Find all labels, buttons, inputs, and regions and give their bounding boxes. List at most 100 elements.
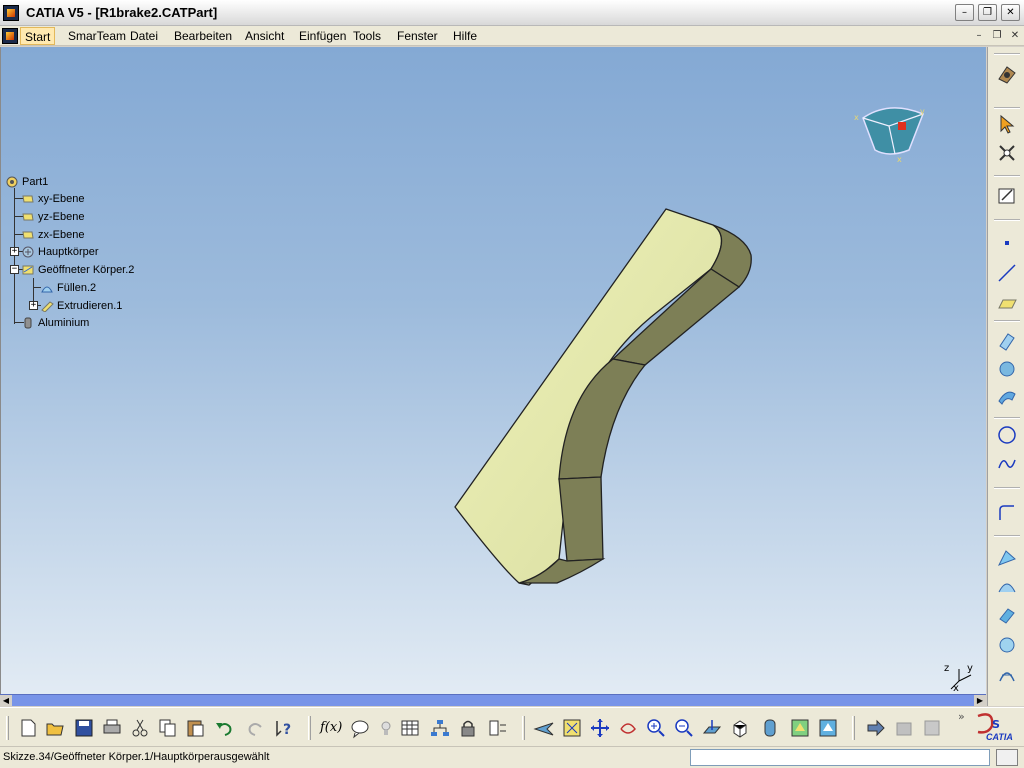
cut-icon[interactable] (129, 717, 151, 739)
3d-viewport[interactable]: x y x z y x Part1 xy-Ebene yz-Ebene zx-E… (0, 47, 986, 694)
scroll-left-button[interactable]: ◀ (0, 695, 12, 706)
pan-icon[interactable] (589, 717, 611, 739)
collapse-geoeffneter-koerper-icon[interactable]: − (10, 265, 19, 274)
redo-icon[interactable] (245, 717, 267, 739)
join-icon[interactable] (996, 634, 1018, 656)
tree-node-xy-plane[interactable]: xy-Ebene (21, 191, 84, 207)
shading-icon[interactable] (759, 717, 781, 739)
knowledge-advisor-icon[interactable] (349, 717, 371, 739)
fill-icon[interactable] (996, 547, 1018, 569)
tree-node-extrudieren-1[interactable]: Extrudieren.1 (40, 298, 122, 314)
tree-node-hauptkoerper[interactable]: Hauptkörper (21, 244, 99, 260)
tree-label: Hauptkörper (38, 246, 99, 258)
extrude-surface-icon[interactable] (996, 330, 1018, 352)
menu-tools[interactable]: Tools (349, 27, 385, 45)
tree-node-part1[interactable]: Part1 (5, 174, 48, 190)
disabled-tool-2-icon[interactable] (921, 717, 943, 739)
minimize-button[interactable]: – (955, 4, 974, 21)
menu-smarteam[interactable]: SmarTeam (64, 27, 130, 45)
light-bulb-icon[interactable] (375, 717, 397, 739)
blend-icon[interactable] (996, 576, 1018, 598)
formula-icon[interactable]: f(x) (320, 717, 342, 739)
expand-extrudieren-icon[interactable]: + (29, 301, 38, 310)
svg-text:x: x (897, 155, 902, 164)
menu-datei[interactable]: Datei (126, 27, 162, 45)
right-toolbar (987, 47, 1024, 706)
menu-hilfe[interactable]: Hilfe (449, 27, 481, 45)
part-geometry[interactable] (441, 197, 771, 597)
extrude-icon (41, 301, 54, 313)
command-input[interactable] (690, 749, 990, 766)
tree-label: xy-Ebene (38, 193, 85, 205)
menu-fenster[interactable]: Fenster (393, 27, 442, 45)
tree-node-geoeffneter-koerper-2[interactable]: Geöffneter Körper.2 (21, 262, 134, 278)
compass-icon[interactable]: x y x (849, 102, 933, 164)
line-icon[interactable] (996, 262, 1018, 284)
new-document-icon[interactable] (17, 717, 39, 739)
tree-label: yz-Ebene (38, 211, 85, 223)
open-folder-icon[interactable] (44, 717, 66, 739)
disabled-tool-icon[interactable] (893, 717, 915, 739)
lock-icon[interactable] (457, 717, 479, 739)
catalog-browser-icon[interactable] (865, 717, 887, 739)
toolbar-more-icon[interactable]: » (958, 710, 965, 723)
save-icon[interactable] (73, 717, 95, 739)
spline-icon[interactable] (996, 453, 1018, 475)
table-icon[interactable] (399, 717, 421, 739)
part-design-workbench-icon[interactable] (996, 63, 1018, 85)
horizontal-scrollbar[interactable]: ◀ ▶ (0, 694, 986, 706)
catia-app-icon[interactable] (3, 5, 19, 21)
split-icon[interactable] (996, 663, 1018, 685)
menu-start[interactable]: Start (20, 27, 56, 45)
undo-icon[interactable] (213, 717, 235, 739)
sketcher-icon[interactable] (996, 185, 1018, 207)
tree-label: Extrudieren.1 (57, 300, 123, 312)
parameter-explorer-icon[interactable] (487, 717, 509, 739)
bottom-toolbar: ? f(x) » S CATIA (0, 707, 1024, 746)
point-icon[interactable] (996, 232, 1018, 254)
document-icon[interactable] (2, 28, 18, 44)
command-button[interactable] (996, 749, 1018, 766)
sweep-surface-icon[interactable] (996, 386, 1018, 408)
mdi-close-button[interactable]: ✕ (1008, 29, 1022, 43)
menu-ansicht[interactable]: Ansicht (241, 27, 288, 45)
normal-view-icon[interactable] (701, 717, 723, 739)
offset-icon[interactable] (996, 605, 1018, 627)
close-button[interactable]: ✕ (1001, 4, 1020, 21)
plane-tool-icon[interactable] (996, 292, 1018, 314)
help-icon[interactable]: ? (273, 717, 295, 739)
tree-node-aluminium[interactable]: Aluminium (21, 315, 89, 331)
expand-hauptkoerper-icon[interactable]: + (10, 247, 19, 256)
tree-node-yz-plane[interactable]: yz-Ebene (21, 209, 84, 225)
restore-button[interactable]: ❐ (978, 4, 997, 21)
svg-text:S: S (992, 718, 1000, 731)
print-icon[interactable] (101, 717, 123, 739)
circle-icon[interactable] (996, 424, 1018, 446)
rotate-icon[interactable] (617, 717, 639, 739)
menu-bearbeiten[interactable]: Bearbeiten (170, 27, 236, 45)
zoom-out-icon[interactable] (673, 717, 695, 739)
iso-view-icon[interactable] (729, 717, 751, 739)
corner-icon[interactable] (996, 502, 1018, 524)
body-icon (22, 246, 34, 258)
mdi-minimize-button[interactable]: – (972, 29, 986, 43)
plane-icon (22, 231, 34, 239)
swap-visible-space-icon[interactable] (817, 717, 839, 739)
menu-einfuegen[interactable]: Einfügen (295, 27, 350, 45)
select-tools-icon[interactable] (996, 142, 1018, 164)
copy-icon[interactable] (157, 717, 179, 739)
select-arrow-icon[interactable] (996, 113, 1018, 135)
tree-structure-icon[interactable] (429, 717, 451, 739)
paste-icon[interactable] (185, 717, 207, 739)
hide-show-icon[interactable] (789, 717, 811, 739)
tree-node-fuellen-2[interactable]: Füllen.2 (40, 280, 96, 296)
revolve-surface-icon[interactable] (996, 358, 1018, 380)
fly-mode-icon[interactable] (533, 717, 555, 739)
plane-icon (22, 213, 34, 221)
tree-node-zx-plane[interactable]: zx-Ebene (21, 227, 84, 243)
mdi-restore-button[interactable]: ❐ (990, 29, 1004, 43)
zoom-in-icon[interactable] (645, 717, 667, 739)
fit-all-icon[interactable] (561, 717, 583, 739)
scroll-right-button[interactable]: ▶ (974, 695, 986, 706)
axis-z-label: z (944, 663, 950, 674)
